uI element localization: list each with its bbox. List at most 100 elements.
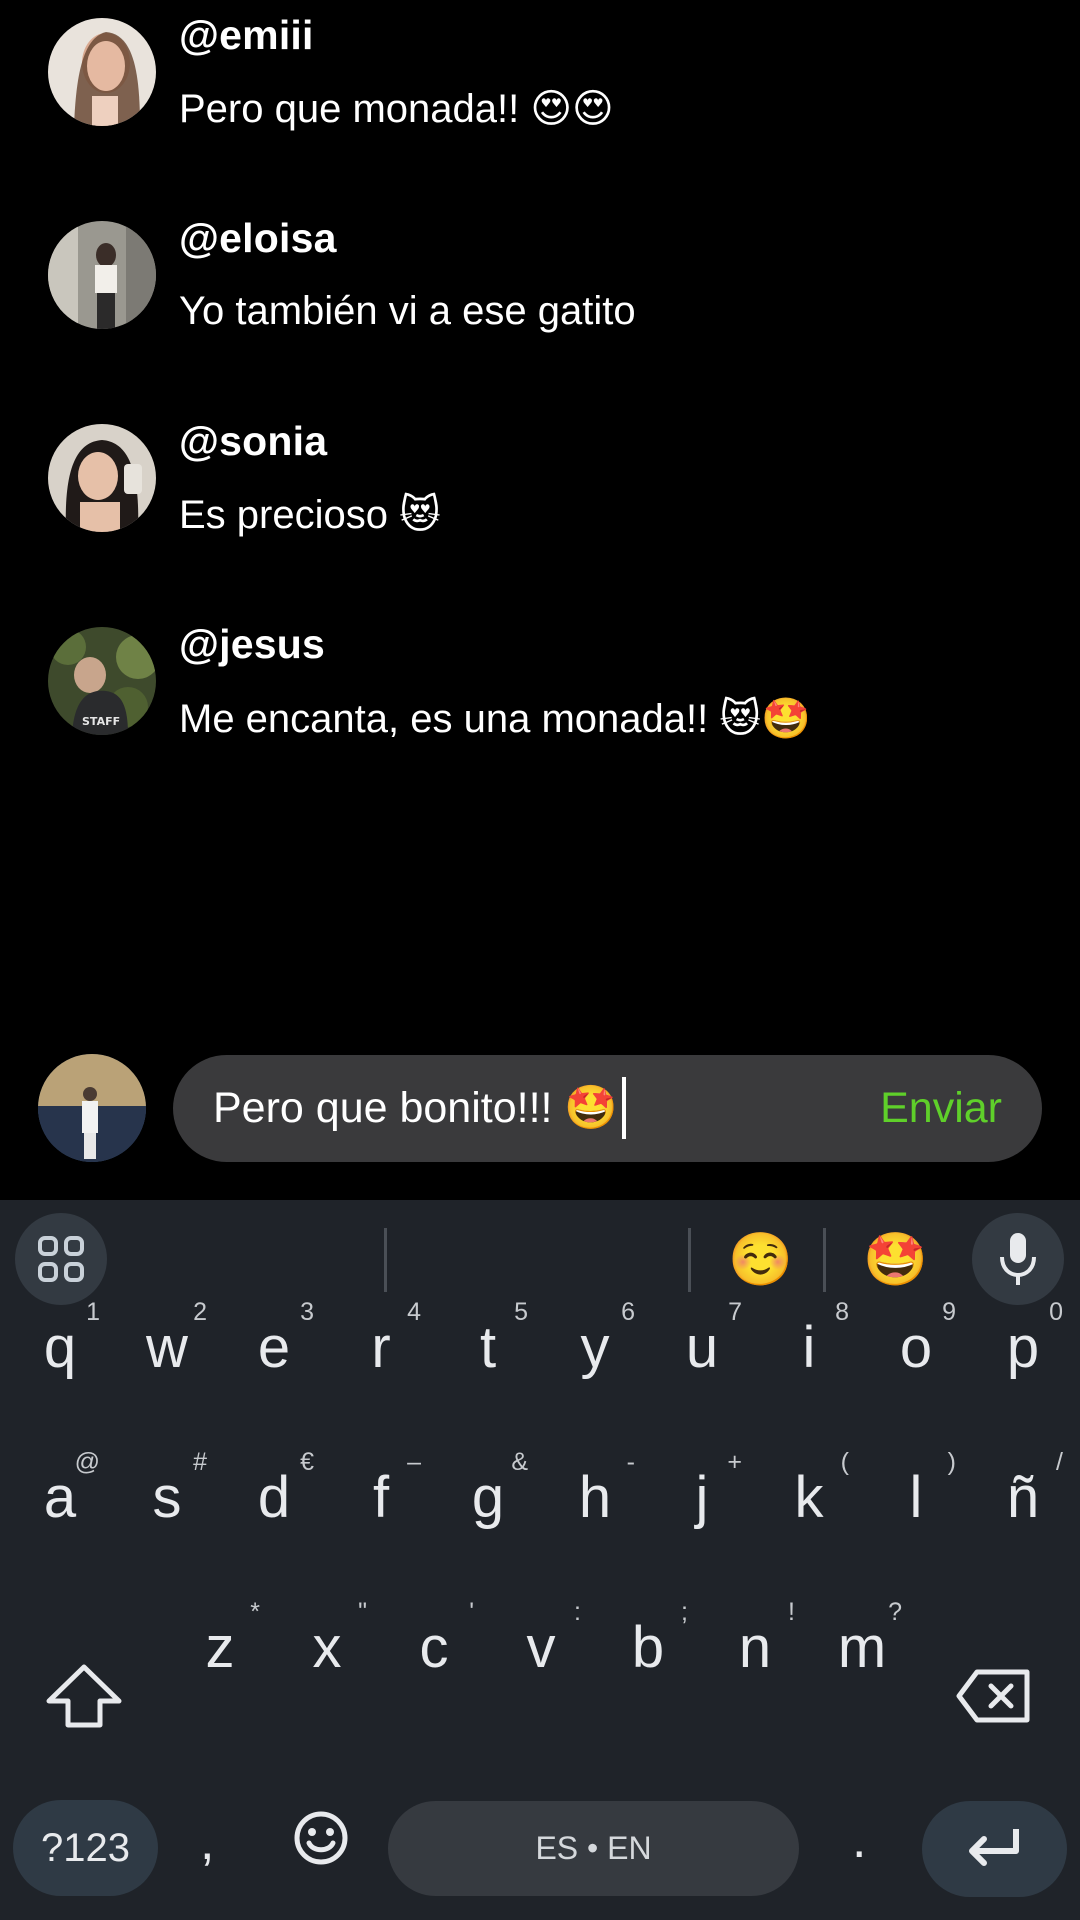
key-secondary-label: ; <box>681 1598 688 1626</box>
comment-input-text: Pero que bonito!!! <box>213 1084 553 1132</box>
comment-username[interactable]: @emiii <box>179 12 314 59</box>
key-secondary-label: - <box>626 1448 635 1476</box>
key-y[interactable]: y6 <box>541 1284 649 1414</box>
key-f[interactable]: f – <box>327 1434 435 1564</box>
key-s[interactable]: s # <box>113 1434 221 1564</box>
symbols-key[interactable]: ?123 <box>13 1800 158 1896</box>
screen: @emiii Pero que monada!! 😍😍 @eloisa Yo t… <box>0 0 1080 1920</box>
key-o[interactable]: o9 <box>862 1284 970 1414</box>
enter-icon[interactable] <box>922 1801 1067 1897</box>
send-button[interactable]: Enviar <box>880 1055 1002 1162</box>
key-v[interactable]: v: <box>487 1584 595 1714</box>
svg-text:STAFF: STAFF <box>82 715 120 728</box>
key-a[interactable]: a @ <box>6 1434 114 1564</box>
avatar[interactable]: STAFF <box>48 627 156 735</box>
comment-input-emoji: 🤩 <box>564 1083 618 1133</box>
key-i[interactable]: i8 <box>755 1284 863 1414</box>
suggestion-divider <box>688 1228 691 1292</box>
comment-input[interactable]: Pero que bonito!!! 🤩 Enviar <box>173 1055 1042 1162</box>
key-p[interactable]: p0 <box>969 1284 1077 1414</box>
key-n[interactable]: n! <box>701 1584 809 1714</box>
key-m[interactable]: m? <box>808 1584 916 1714</box>
comma-key[interactable]: , <box>200 1812 214 1872</box>
suggestion-emoji[interactable]: ☺️ <box>728 1228 793 1292</box>
key-secondary-label: # <box>193 1448 207 1476</box>
key-secondary-label: + <box>727 1448 742 1476</box>
keyboard: ☺️ 🤩 q1w2e3r4t5y6u7i8o9p0 a @ s # d € f – g & h - j +… <box>0 1200 1080 1920</box>
comment-username[interactable]: @jesus <box>179 621 325 668</box>
comment-item: @emiii Pero que monada!! 😍😍 <box>0 0 1080 160</box>
key-t[interactable]: t5 <box>434 1284 542 1414</box>
key-secondary-label: 8 <box>835 1298 849 1326</box>
comment-emoji: 😍😍 <box>530 86 614 132</box>
comment-text-body: Me encanta, es una monada!! <box>179 697 709 741</box>
comment-username[interactable]: @eloisa <box>179 215 337 262</box>
avatar[interactable] <box>48 424 156 532</box>
shift-icon[interactable] <box>45 1663 123 1734</box>
current-user-avatar[interactable] <box>38 1054 146 1162</box>
key-secondary-label: * <box>250 1598 260 1626</box>
key-x[interactable]: x " <box>273 1584 381 1714</box>
key-j[interactable]: j + <box>648 1434 756 1564</box>
comment-text: Me encanta, es una monada!! 😻🤩 <box>179 695 811 742</box>
key-secondary-label: 6 <box>621 1298 635 1326</box>
avatar[interactable] <box>48 18 156 126</box>
backspace-icon[interactable] <box>955 1668 1031 1729</box>
key-h[interactable]: h- <box>541 1434 649 1564</box>
key-g[interactable]: g & <box>434 1434 542 1564</box>
key-b[interactable]: b; <box>594 1584 702 1714</box>
key-secondary-label: 9 <box>942 1298 956 1326</box>
key-secondary-label: ' <box>469 1598 474 1626</box>
key-u[interactable]: u7 <box>648 1284 756 1414</box>
key-secondary-label: / <box>1056 1448 1063 1476</box>
comment-item: @sonia Es precioso 😻 <box>0 406 1080 566</box>
key-secondary-label: 1 <box>86 1298 100 1326</box>
avatar[interactable] <box>48 221 156 329</box>
key-secondary-label: 3 <box>300 1298 314 1326</box>
comment-text-body: Es precioso <box>179 493 388 537</box>
key-secondary-label: 7 <box>728 1298 742 1326</box>
key-secondary-label: : <box>574 1598 581 1626</box>
text-caret <box>621 1076 626 1139</box>
key-z[interactable]: z * <box>166 1584 274 1714</box>
key-l[interactable]: l) <box>862 1434 970 1564</box>
key-e[interactable]: e3 <box>220 1284 328 1414</box>
key-secondary-label: 4 <box>407 1298 421 1326</box>
comment-text: Pero que monada!! 😍😍 <box>179 86 614 132</box>
key-secondary-label: ( <box>840 1448 849 1476</box>
comment-username[interactable]: @sonia <box>179 418 327 465</box>
comment-text-body: Pero que monada!! <box>179 87 520 131</box>
key-ñ[interactable]: ñ / <box>969 1434 1077 1564</box>
comment-input-value[interactable]: Pero que bonito!!! 🤩 <box>213 1055 626 1162</box>
key-secondary-label: ? <box>888 1598 902 1626</box>
comment-item: @eloisa Yo también vi a ese gatito <box>0 203 1080 363</box>
suggestion-emoji[interactable]: 🤩 <box>863 1228 928 1292</box>
space-key[interactable]: ES • EN <box>388 1801 799 1896</box>
key-q[interactable]: q1 <box>6 1284 114 1414</box>
period-key[interactable]: . <box>852 1810 866 1870</box>
key-w[interactable]: w2 <box>113 1284 221 1414</box>
key-secondary-label: 2 <box>193 1298 207 1326</box>
key-secondary-label: ) <box>947 1448 956 1476</box>
key-secondary-label: – <box>407 1448 421 1476</box>
suggestion-divider <box>823 1228 826 1292</box>
comment-text: Es precioso 😻 <box>179 492 441 538</box>
key-c[interactable]: c ' <box>380 1584 488 1714</box>
comment-item: STAFF @jesus Me encanta, es una monada!!… <box>0 609 1080 769</box>
suggestion-divider <box>384 1228 387 1292</box>
comment-text: Yo también vi a ese gatito <box>179 289 636 334</box>
key-secondary-label: @ <box>74 1448 100 1476</box>
key-secondary-label: " <box>358 1598 367 1626</box>
key-secondary-label: 0 <box>1049 1298 1063 1326</box>
key-r[interactable]: r4 <box>327 1284 435 1414</box>
comment-emoji: 😻🤩 <box>719 696 811 742</box>
key-secondary-label: ! <box>788 1598 795 1626</box>
comment-emoji: 😻 <box>399 492 441 538</box>
key-k[interactable]: k( <box>755 1434 863 1564</box>
emoji-smile-icon[interactable] <box>293 1810 349 1871</box>
key-secondary-label: 5 <box>514 1298 528 1326</box>
key-d[interactable]: d € <box>220 1434 328 1564</box>
comment-text-body: Yo también vi a ese gatito <box>179 289 636 333</box>
key-secondary-label: & <box>511 1448 528 1476</box>
key-secondary-label: € <box>300 1448 314 1476</box>
